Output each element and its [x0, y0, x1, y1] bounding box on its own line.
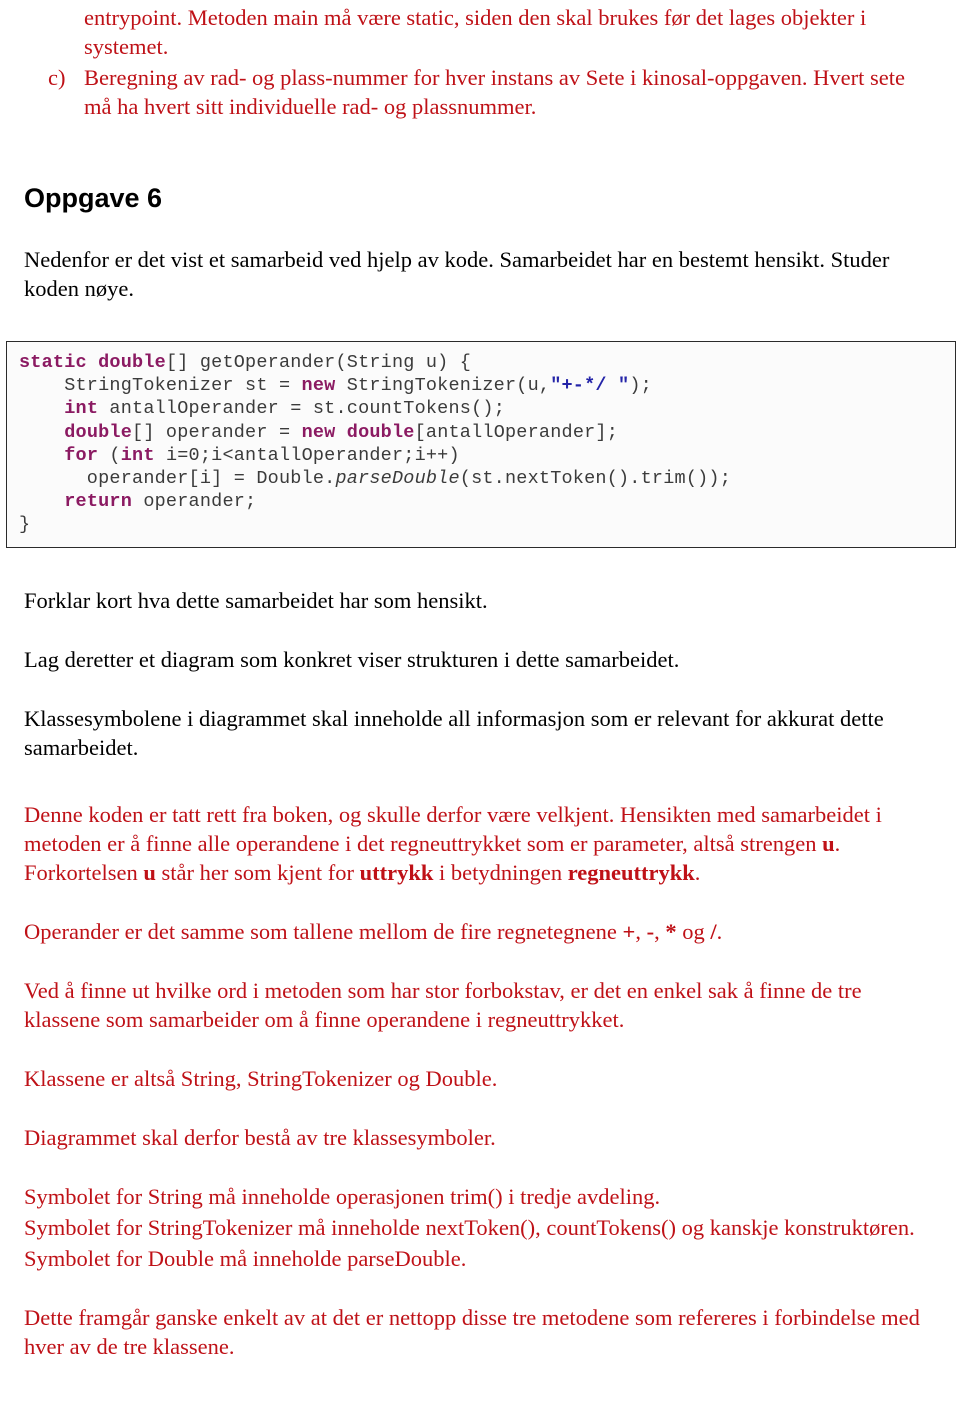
operator-asterisk: *: [665, 919, 677, 944]
code-block: static double[] getOperander(String u) {…: [6, 341, 956, 548]
answer-paragraph-1: Denne koden er tatt rett fra boken, og s…: [24, 762, 938, 887]
code-keyword-int-2: int: [120, 444, 155, 466]
code-string-literal: "+-*/ ": [550, 375, 630, 397]
answer-p1-bold-u1: u: [822, 831, 835, 856]
operator-plus: +: [622, 919, 636, 944]
code-keyword-double-3: double: [346, 421, 415, 443]
answer-paragraph-2: Operander er det samme som tallene mello…: [24, 887, 938, 946]
answer-p1-bold-uttrykk: uttrykk: [359, 860, 434, 885]
question-3: Klassesymbolene i diagrammet skal inneho…: [24, 706, 884, 760]
answer-p1-part1: Denne koden er tatt rett fra boken, og s…: [24, 802, 882, 856]
code-keyword-new-1: new: [301, 375, 336, 397]
code-keyword-for: for: [64, 444, 99, 466]
question-1: Forklar kort hva dette samarbeidet har s…: [24, 588, 488, 613]
code-keyword-double-1: double: [98, 352, 166, 373]
code-keyword-double-2: double: [64, 421, 133, 443]
code-keyword-return: return: [64, 491, 133, 513]
answer-paragraph-7: Dette framgår ganske enkelt av at det er…: [24, 1305, 920, 1359]
answer-paragraph-3: Ved å finne ut hvilke ord i metoden som …: [24, 978, 862, 1032]
list-item-text: Beregning av rad- og plass-nummer for hv…: [84, 65, 906, 119]
answer-p1-bold-regneuttrykk: regneuttrykk: [567, 860, 695, 885]
answer-p2-sep2: ,: [654, 919, 666, 944]
code-block-wrapper: static double[] getOperander(String u) {…: [6, 341, 956, 548]
answer-block: Denne koden er tatt rett fra boken, og s…: [22, 762, 938, 1361]
document-page: entrypoint. Metoden main må være static,…: [0, 0, 960, 1410]
answer-p2-sep1: ,: [635, 919, 647, 944]
answer-p1-part4: i betydningen: [433, 860, 568, 885]
code-keyword-new-2: new: [301, 421, 336, 443]
answer-paragraph-6-line-3: Symbolet for Double må inneholde parseDo…: [24, 1246, 467, 1271]
answer-paragraph-6-line-1: Symbolet for String må inneholde operasj…: [24, 1184, 661, 1209]
answer-p2-sep3: og: [676, 919, 711, 944]
answer-paragraph-4: Klassene er altså String, StringTokenize…: [24, 1066, 498, 1091]
operator-minus: -: [646, 919, 655, 944]
list-item: c) Beregning av rad- og plass-nummer for…: [22, 61, 938, 121]
continuation-paragraph: entrypoint. Metoden main må være static,…: [84, 5, 867, 59]
answer-p1-bold-u2: u: [143, 860, 156, 885]
page-title: Oppgave 6: [24, 183, 163, 213]
answer-paragraph-6-line-2: Symbolet for StringTokenizer må innehold…: [24, 1215, 915, 1240]
continuation-paragraph-block: entrypoint. Metoden main må være static,…: [22, 0, 938, 61]
question-2: Lag deretter et diagram som konkret vise…: [24, 647, 680, 672]
answer-paragraph-5: Diagrammet skal derfor bestå av tre klas…: [24, 1125, 496, 1150]
code-keyword-int-1: int: [64, 398, 99, 420]
code-keyword-static: static: [19, 352, 87, 373]
code-italic-parsedouble: parseDouble: [335, 468, 460, 490]
answer-p1-part3: står her som kjent for: [155, 860, 360, 885]
answer-p2-part1: Operander er det samme som tallene mello…: [24, 919, 623, 944]
list-item-marker: c): [48, 65, 66, 90]
answer-p2-part-end: .: [716, 919, 723, 944]
code-listing: static double[] getOperander(String u) {…: [19, 352, 732, 536]
questions-block: Forklar kort hva dette samarbeidet har s…: [22, 548, 938, 762]
answer-p1-part5: .: [694, 860, 701, 885]
intro-paragraph: Nedenfor er det vist et samarbeid ved hj…: [24, 247, 890, 301]
